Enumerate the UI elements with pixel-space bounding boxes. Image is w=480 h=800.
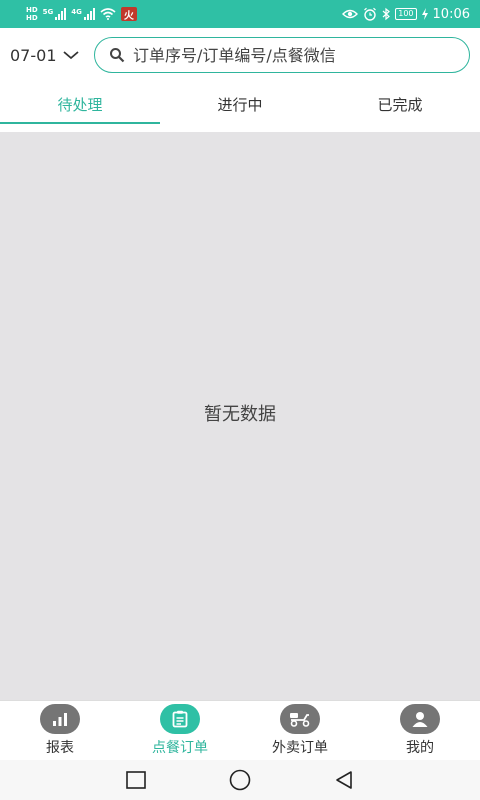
home-button[interactable] xyxy=(228,768,252,792)
alarm-icon xyxy=(364,7,377,21)
triangle-back-icon xyxy=(336,771,352,789)
scooter-icon xyxy=(280,704,320,734)
tab-completed[interactable]: 已完成 xyxy=(320,82,480,126)
order-header: 07-01 xyxy=(0,28,480,82)
recents-button[interactable] xyxy=(124,768,148,792)
system-nav-bar xyxy=(0,760,480,800)
order-list-area: 暂无数据 xyxy=(0,132,480,700)
clipboard-icon xyxy=(160,704,200,734)
nav-item-dine-orders[interactable]: 点餐订单 xyxy=(120,701,240,760)
nav-label-delivery-orders: 外卖订单 xyxy=(272,740,328,756)
wifi-icon xyxy=(100,8,116,20)
order-status-tabs: 待处理 进行中 已完成 xyxy=(0,82,480,126)
status-time: 10:06 xyxy=(432,6,470,22)
nav-label-mine: 我的 xyxy=(406,740,434,756)
app-root: HD HD 5G 4G 火 100 10:06 07-01 订单序号/订单编号/… xyxy=(0,0,480,800)
app-notification-badge: 火 xyxy=(120,7,137,22)
square-icon xyxy=(126,771,146,789)
status-bar-left: HD HD 5G 4G 火 xyxy=(26,6,137,22)
user-icon xyxy=(400,704,440,734)
date-selector[interactable]: 07-01 xyxy=(10,46,94,65)
bottom-nav: 报表 点餐订单 外卖订单 我的 xyxy=(0,700,480,760)
hd-bottom-label: HD xyxy=(26,14,38,22)
nav-item-delivery-orders[interactable]: 外卖订单 xyxy=(240,701,360,760)
circle-icon xyxy=(229,769,251,791)
eye-icon xyxy=(342,9,359,19)
bluetooth-icon xyxy=(382,7,391,21)
network-5g-label: 5G xyxy=(42,8,54,16)
status-bar: HD HD 5G 4G 火 100 10:06 xyxy=(0,0,480,28)
search-input[interactable] xyxy=(133,45,455,65)
date-value: 07-01 xyxy=(10,45,57,65)
tab-in-progress[interactable]: 进行中 xyxy=(160,82,320,126)
network-4g-label: 4G xyxy=(71,8,82,16)
signal-icon xyxy=(55,8,67,20)
tab-pending[interactable]: 待处理 xyxy=(0,82,160,126)
charging-icon xyxy=(421,8,428,20)
hd-indicator: HD HD xyxy=(26,6,38,22)
nav-label-dine-orders: 点餐订单 xyxy=(152,740,208,756)
hd-top-label: HD xyxy=(26,6,38,14)
status-bar-right: 100 10:06 xyxy=(342,7,470,22)
search-icon xyxy=(110,48,125,63)
nav-item-mine[interactable]: 我的 xyxy=(360,701,480,760)
empty-state-text: 暂无数据 xyxy=(204,404,276,425)
search-box[interactable] xyxy=(94,37,470,73)
nav-label-reports: 报表 xyxy=(46,740,74,756)
back-button[interactable] xyxy=(332,768,356,792)
chevron-down-icon xyxy=(62,51,79,60)
signal-icon-2 xyxy=(83,8,95,20)
bar-chart-icon xyxy=(40,704,80,734)
nav-item-reports[interactable]: 报表 xyxy=(0,701,120,760)
battery-icon: 100 xyxy=(395,8,417,20)
